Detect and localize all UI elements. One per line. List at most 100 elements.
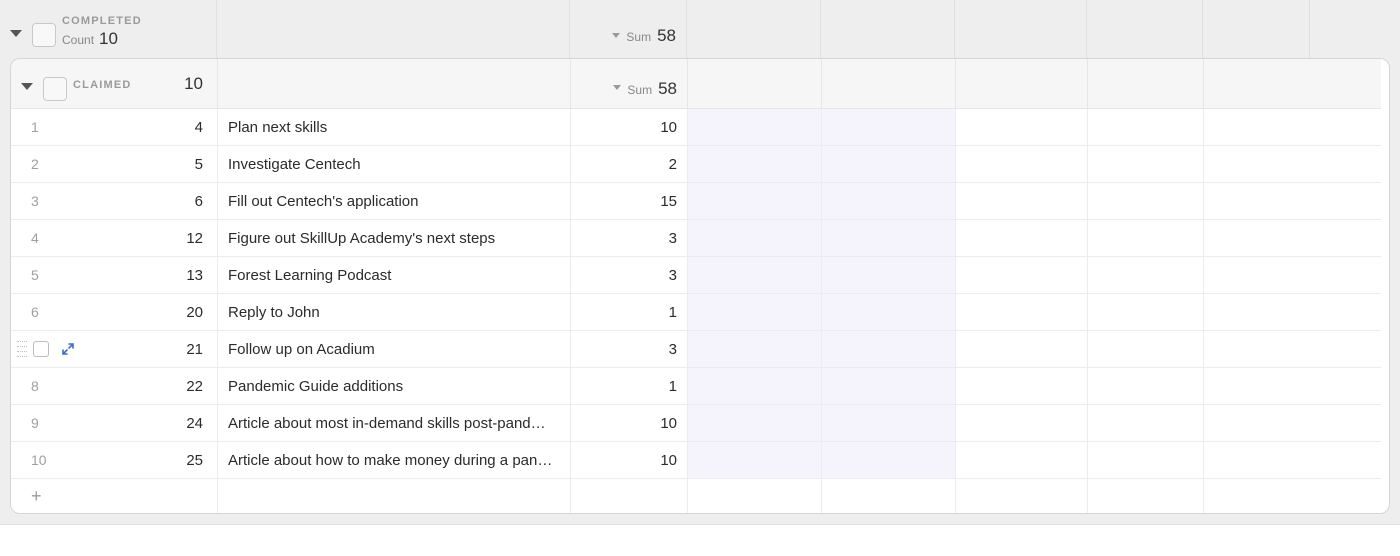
row-empty-shaded-cell[interactable] xyxy=(688,109,822,146)
row-index-cell[interactable]: 1025 xyxy=(11,442,218,479)
drag-handle-icon[interactable] xyxy=(17,341,27,357)
row-index-cell[interactable]: 14 xyxy=(11,109,218,146)
row-value-cell[interactable]: 3 xyxy=(571,220,688,257)
collapse-icon[interactable] xyxy=(10,30,22,37)
row-title-cell[interactable]: Fill out Centech's application xyxy=(218,183,571,220)
row-empty-shaded-cell[interactable] xyxy=(822,220,956,257)
row-title-cell[interactable]: Investigate Centech xyxy=(218,146,571,183)
row-empty-cell[interactable] xyxy=(1204,257,1381,294)
inner-group-sum-cell[interactable]: Sum 58 xyxy=(571,59,688,109)
group-checkbox[interactable] xyxy=(43,77,67,101)
row-empty-cell[interactable] xyxy=(1088,109,1204,146)
row-empty-shaded-cell[interactable] xyxy=(822,331,956,368)
row-empty-cell[interactable] xyxy=(1204,405,1381,442)
row-empty-cell[interactable] xyxy=(1204,183,1381,220)
row-title-cell[interactable]: Pandemic Guide additions xyxy=(218,368,571,405)
add-row-button[interactable]: + xyxy=(11,479,218,513)
row-title-cell[interactable]: Article about most in-demand skills post… xyxy=(218,405,571,442)
row-value-cell[interactable]: 10 xyxy=(571,405,688,442)
row-value-cell[interactable]: 15 xyxy=(571,183,688,220)
row-empty-cell[interactable] xyxy=(1088,183,1204,220)
row-index-cell[interactable]: 924 xyxy=(11,405,218,442)
inner-group-count: 10 xyxy=(184,74,207,94)
row-empty-shaded-cell[interactable] xyxy=(688,442,822,479)
row-index-cell[interactable]: 21 xyxy=(11,331,218,368)
row-empty-shaded-cell[interactable] xyxy=(688,331,822,368)
group-checkbox[interactable] xyxy=(32,23,56,47)
row-empty-cell[interactable] xyxy=(1088,331,1204,368)
row-empty-cell[interactable] xyxy=(1088,146,1204,183)
row-empty-cell[interactable] xyxy=(1088,368,1204,405)
row-empty-shaded-cell[interactable] xyxy=(822,368,956,405)
outer-header-col6 xyxy=(955,0,1087,58)
row-empty-cell[interactable] xyxy=(956,183,1088,220)
row-empty-cell[interactable] xyxy=(956,405,1088,442)
row-index-cell[interactable]: 25 xyxy=(11,146,218,183)
row-checkbox[interactable] xyxy=(33,341,49,357)
row-value-cell[interactable]: 2 xyxy=(571,146,688,183)
row-title-cell[interactable]: Forest Learning Podcast xyxy=(218,257,571,294)
row-empty-cell[interactable] xyxy=(1204,109,1381,146)
row-title-cell[interactable]: Reply to John xyxy=(218,294,571,331)
row-empty-shaded-cell[interactable] xyxy=(822,109,956,146)
inner-header-col6 xyxy=(956,59,1088,109)
row-empty-cell[interactable] xyxy=(956,331,1088,368)
row-empty-shaded-cell[interactable] xyxy=(688,368,822,405)
row-index-cell[interactable]: 822 xyxy=(11,368,218,405)
row-empty-shaded-cell[interactable] xyxy=(688,183,822,220)
row-empty-cell[interactable] xyxy=(1204,331,1381,368)
row-index-cell[interactable]: 620 xyxy=(11,294,218,331)
row-empty-shaded-cell[interactable] xyxy=(822,294,956,331)
row-empty-shaded-cell[interactable] xyxy=(688,294,822,331)
outer-group-sum-cell[interactable]: Sum 58 xyxy=(570,0,687,58)
row-value-cell[interactable]: 3 xyxy=(571,331,688,368)
row-empty-cell[interactable] xyxy=(1204,294,1381,331)
row-empty-shaded-cell[interactable] xyxy=(688,257,822,294)
expand-icon[interactable] xyxy=(61,342,75,356)
row-value-cell[interactable]: 1 xyxy=(571,368,688,405)
row-empty-cell[interactable] xyxy=(956,442,1088,479)
row-ref-number: 25 xyxy=(186,452,207,469)
row-empty-cell[interactable] xyxy=(1204,220,1381,257)
row-index-cell[interactable]: 36 xyxy=(11,183,218,220)
row-empty-cell[interactable] xyxy=(1088,257,1204,294)
row-ref-number: 22 xyxy=(186,378,207,395)
row-title-cell[interactable]: Article about how to make money during a… xyxy=(218,442,571,479)
row-empty-shaded-cell[interactable] xyxy=(688,146,822,183)
row-empty-shaded-cell[interactable] xyxy=(822,442,956,479)
row-title-cell[interactable]: Plan next skills xyxy=(218,109,571,146)
row-title-cell[interactable]: Follow up on Acadium xyxy=(218,331,571,368)
row-value-cell[interactable]: 10 xyxy=(571,442,688,479)
row-index-cell[interactable]: 513 xyxy=(11,257,218,294)
row-value-cell[interactable]: 1 xyxy=(571,294,688,331)
row-empty-cell[interactable] xyxy=(1088,405,1204,442)
row-empty-cell[interactable] xyxy=(1204,146,1381,183)
outer-group-header: COMPLETED Count 10 xyxy=(62,9,142,49)
row-empty-shaded-cell[interactable] xyxy=(822,405,956,442)
row-value-cell[interactable]: 3 xyxy=(571,257,688,294)
sum-label: Sum xyxy=(626,30,651,44)
row-title-cell[interactable]: Figure out SkillUp Academy's next steps xyxy=(218,220,571,257)
collapse-icon[interactable] xyxy=(21,83,33,90)
add-row-col4 xyxy=(688,479,822,513)
row-empty-cell[interactable] xyxy=(1088,220,1204,257)
row-empty-cell[interactable] xyxy=(956,109,1088,146)
row-empty-cell[interactable] xyxy=(956,368,1088,405)
row-empty-shaded-cell[interactable] xyxy=(688,405,822,442)
row-empty-cell[interactable] xyxy=(956,257,1088,294)
outer-group-first-cell: COMPLETED Count 10 xyxy=(0,0,217,58)
row-index-cell[interactable]: 412 xyxy=(11,220,218,257)
row-empty-cell[interactable] xyxy=(1204,368,1381,405)
row-empty-cell[interactable] xyxy=(956,220,1088,257)
row-index: 4 xyxy=(31,230,81,246)
row-empty-cell[interactable] xyxy=(1204,442,1381,479)
row-empty-shaded-cell[interactable] xyxy=(822,257,956,294)
row-empty-cell[interactable] xyxy=(1088,294,1204,331)
row-value-cell[interactable]: 10 xyxy=(571,109,688,146)
row-empty-cell[interactable] xyxy=(1088,442,1204,479)
row-empty-cell[interactable] xyxy=(956,294,1088,331)
row-empty-shaded-cell[interactable] xyxy=(822,146,956,183)
row-empty-shaded-cell[interactable] xyxy=(688,220,822,257)
row-empty-cell[interactable] xyxy=(956,146,1088,183)
row-empty-shaded-cell[interactable] xyxy=(822,183,956,220)
